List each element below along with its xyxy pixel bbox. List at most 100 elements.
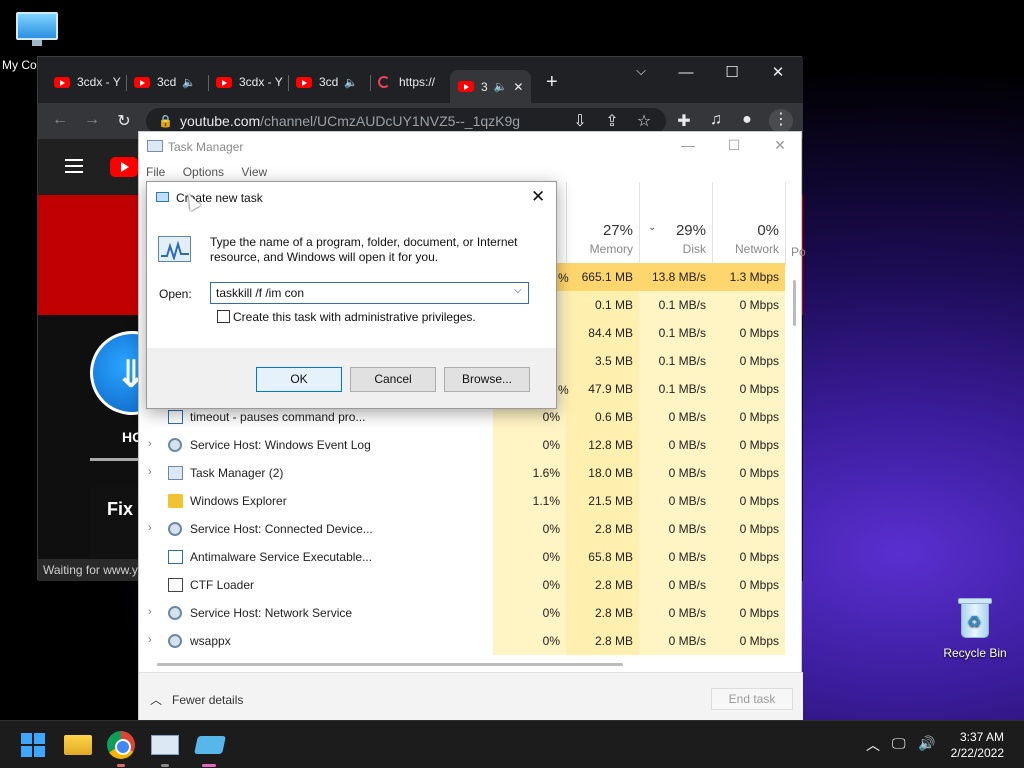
chevron-right-icon[interactable]: ›	[148, 438, 152, 450]
gear-icon	[168, 606, 182, 620]
cell-mem: 0.6 MB	[566, 403, 639, 431]
run-icon[interactable]	[194, 736, 226, 754]
back-icon[interactable]: ←	[49, 111, 71, 129]
browser-tab-active[interactable]: 3 🔈 ✕	[450, 70, 532, 103]
reload-icon[interactable]: ↻	[113, 111, 135, 131]
close-icon[interactable]: ✕	[531, 187, 545, 207]
task-manager-icon	[158, 236, 191, 262]
column-header-memory[interactable]: 27% Memory	[566, 222, 633, 256]
cell-cpu: 0%	[493, 543, 566, 571]
column-header-network[interactable]: 0% Network	[712, 222, 779, 256]
admin-privileges-checkbox[interactable]	[217, 310, 230, 323]
horizontal-scrollbar[interactable]	[157, 663, 623, 666]
cell-net: 1.3 Mbps	[712, 263, 785, 291]
vertical-scrollbar[interactable]	[793, 280, 796, 326]
menu-options[interactable]: Options	[183, 165, 224, 179]
share-icon[interactable]: ⇪	[601, 111, 623, 131]
table-row[interactable]: Windows Explorer 1.1% 21.5 MB 0 MB/s 0 Mbps	[139, 487, 785, 515]
cell-cpu-partial: %	[558, 271, 569, 285]
cell-net: 0 Mbps	[712, 543, 785, 571]
memory-percent: 27%	[602, 222, 633, 239]
youtube-icon	[296, 76, 312, 88]
column-header-power[interactable]: Po	[791, 245, 806, 259]
end-task-button[interactable]: End task	[711, 688, 793, 710]
ctf-icon	[168, 578, 183, 592]
chevron-up-icon[interactable]: ︿	[866, 735, 880, 755]
console-icon	[168, 550, 183, 564]
media-control-icon[interactable]: ♫	[705, 111, 727, 129]
process-name: Windows Explorer	[190, 494, 287, 508]
taskmgr-icon	[168, 466, 183, 480]
browser-tab[interactable]: https://	[378, 70, 435, 94]
cell-disk: 0 MB/s	[639, 571, 712, 599]
cell-net: 0 Mbps	[712, 515, 785, 543]
desktop-icon-recycle-bin[interactable]: ♻ Recycle Bin	[940, 598, 1010, 660]
taskbar: ︿ 🖵 🔊 3:37 AM 2/22/2022	[0, 720, 1024, 768]
speaker-icon[interactable]: 🔈	[182, 76, 196, 89]
close-button[interactable]: ✕	[757, 137, 803, 154]
tab-search-icon[interactable]: ⌵	[618, 59, 664, 83]
speaker-icon[interactable]: 🔈	[494, 80, 508, 93]
table-row[interactable]: Antimalware Service Executable... 0% 65.8 …	[139, 543, 785, 571]
browser-tab[interactable]: 3cdx - Y	[216, 70, 283, 94]
maximize-button[interactable]: ☐	[709, 61, 755, 85]
chevron-down-icon[interactable]: ⌵	[514, 285, 522, 296]
hamburger-menu-icon[interactable]	[65, 159, 83, 173]
browser-tab[interactable]: 3cd 🔈	[296, 70, 358, 94]
cell-net: 0 Mbps	[712, 431, 785, 459]
table-row[interactable]: › wsappx 0% 2.8 MB 0 MB/s 0 Mbps	[139, 627, 785, 655]
column-header-disk[interactable]: 29% Disk	[639, 222, 706, 256]
process-name: Service Host: Network Service	[190, 606, 353, 620]
table-row[interactable]: › Service Host: Network Service 0% 2.8 MB 0 …	[139, 599, 785, 627]
start-button-icon[interactable]	[19, 731, 47, 759]
chevron-right-icon[interactable]: ›	[148, 634, 152, 646]
chevron-right-icon[interactable]: ›	[148, 522, 152, 534]
table-row[interactable]: CTF Loader 0% 2.8 MB 0 MB/s 0 Mbps	[139, 571, 785, 599]
menu-view[interactable]: View	[241, 165, 267, 179]
browser-tab[interactable]: 3cdx - Y	[54, 70, 121, 94]
admin-privileges-label[interactable]: Create this task with administrative pri…	[233, 310, 476, 324]
task-manager-icon[interactable]	[151, 735, 179, 755]
youtube-logo-icon[interactable]	[110, 157, 138, 177]
browser-tab[interactable]: 3cd 🔈	[134, 70, 196, 94]
table-row[interactable]: › Task Manager (2) 1.6% 18.0 MB 0 MB/s 0 Mbps	[139, 459, 785, 487]
chevron-right-icon[interactable]: ›	[148, 466, 152, 478]
menu-icon[interactable]: ⋮	[769, 109, 793, 133]
network-icon[interactable]: 🖵	[892, 735, 906, 752]
profile-icon[interactable]: ●	[736, 111, 758, 129]
menu-file[interactable]: File	[146, 165, 165, 179]
forward-icon[interactable]: →	[81, 111, 103, 129]
speaker-icon[interactable]: 🔈	[344, 76, 358, 89]
table-row[interactable]: › Service Host: Windows Event Log 0% 12.8 M…	[139, 431, 785, 459]
file-explorer-icon[interactable]	[64, 735, 92, 755]
minimize-button[interactable]: —	[665, 137, 711, 153]
network-percent: 0%	[757, 222, 779, 239]
process-name: Task Manager (2)	[190, 466, 284, 480]
install-icon[interactable]: ⇩	[569, 111, 591, 131]
open-input[interactable]: taskkill /f /im con	[210, 282, 529, 304]
chrome-icon[interactable]	[107, 731, 135, 759]
browse-button[interactable]: Browse...	[444, 367, 530, 392]
plus-icon: +	[546, 70, 558, 93]
minimize-button[interactable]: —	[663, 61, 709, 85]
close-button[interactable]: ✕	[755, 61, 801, 85]
new-tab-button[interactable]: +	[546, 70, 558, 94]
gear-icon	[168, 438, 182, 452]
maximize-button[interactable]: ☐	[711, 137, 757, 154]
network-label: Network	[734, 242, 779, 256]
cell-mem: 18.0 MB	[566, 459, 639, 487]
ok-button[interactable]: OK	[256, 367, 342, 392]
table-row[interactable]: › Service Host: Connected Device... 0% 2.8 …	[139, 515, 785, 543]
star-icon[interactable]: ☆	[633, 111, 655, 131]
extensions-icon[interactable]: ✚	[673, 111, 695, 131]
close-tab-icon[interactable]: ✕	[513, 80, 523, 94]
cell-net: 0 Mbps	[712, 487, 785, 515]
clock[interactable]: 3:37 AM 2/22/2022	[946, 729, 1004, 761]
cancel-button[interactable]: Cancel	[350, 367, 436, 392]
volume-icon[interactable]: 🔊	[918, 735, 935, 752]
cell-mem: 21.5 MB	[566, 487, 639, 515]
tab-title: https://	[399, 75, 436, 89]
cell-net: 0 Mbps	[712, 291, 785, 319]
chevron-right-icon[interactable]: ›	[148, 606, 152, 618]
fewer-details-button[interactable]: ︿ Fewer details	[150, 691, 243, 708]
